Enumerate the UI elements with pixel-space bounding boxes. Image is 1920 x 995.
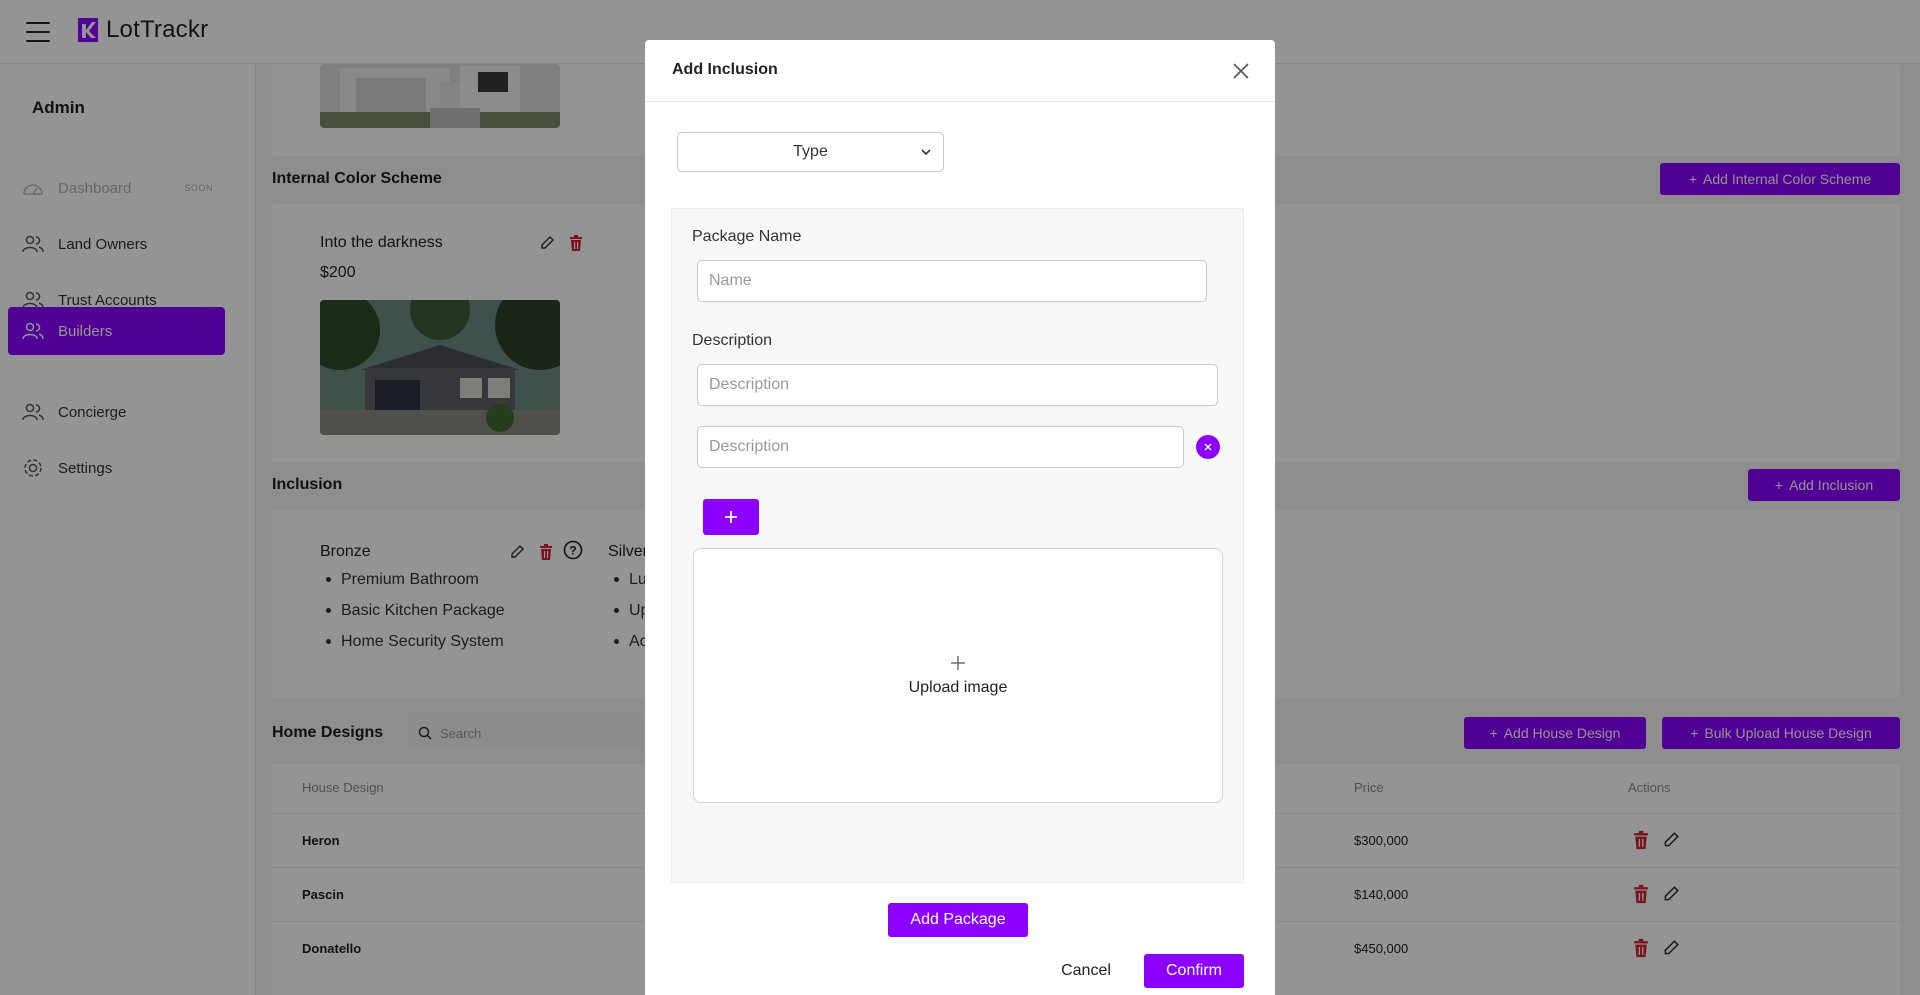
remove-description-button[interactable] xyxy=(1196,435,1220,459)
upload-image-label: Upload image xyxy=(908,678,1008,696)
chevron-down-icon xyxy=(921,149,931,156)
plus-icon xyxy=(951,655,965,670)
add-inclusion-modal: Add Inclusion Type Package Name Descript… xyxy=(645,40,1275,995)
description-input[interactable] xyxy=(697,364,1218,406)
plus-icon xyxy=(725,511,737,523)
type-select[interactable]: Type xyxy=(677,132,944,172)
description-label: Description xyxy=(692,332,773,349)
package-name-label: Package Name xyxy=(692,228,802,245)
close-icon[interactable] xyxy=(1230,60,1252,82)
modal-header: Add Inclusion xyxy=(645,40,1275,102)
confirm-button[interactable]: Confirm xyxy=(1144,954,1244,988)
package-form-panel: Package Name Description Upload image xyxy=(671,208,1244,883)
description-input[interactable] xyxy=(697,426,1184,468)
add-package-button[interactable]: Add Package xyxy=(888,903,1028,937)
add-description-button[interactable] xyxy=(703,499,759,535)
cancel-button[interactable]: Cancel xyxy=(1043,954,1129,988)
package-name-input[interactable] xyxy=(697,260,1207,302)
upload-image-dropzone[interactable]: Upload image xyxy=(693,548,1223,803)
close-icon xyxy=(1204,443,1212,451)
modal-title: Add Inclusion xyxy=(672,61,778,78)
